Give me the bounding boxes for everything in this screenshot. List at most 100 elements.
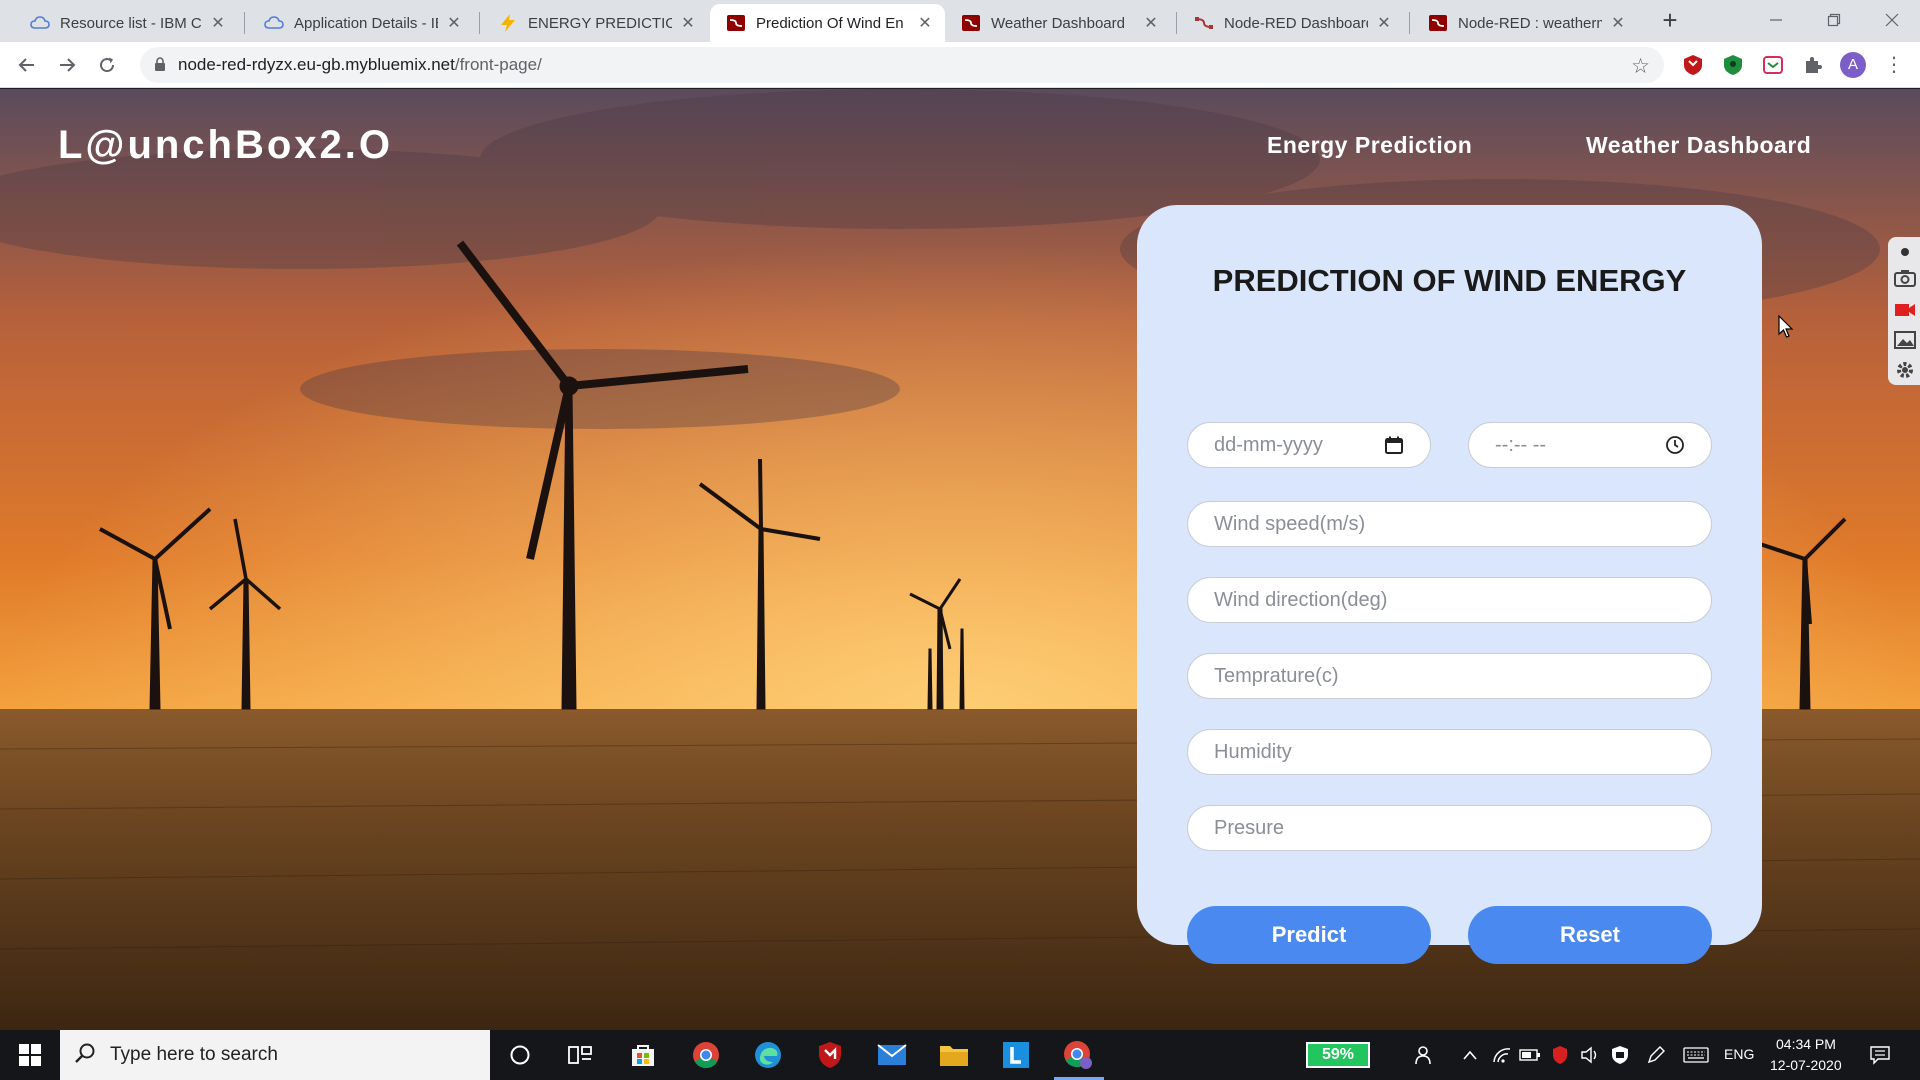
clock-time[interactable]: 04:34 PM [1776,1036,1836,1052]
tab-title: ENERGY PREDICTION [528,14,672,32]
node-red-icon [1428,13,1448,33]
browser-tab[interactable]: Node-RED Dashboard ✕ [1178,4,1404,42]
browser-toolbar: node-red-rdyzx.eu-gb.mybluemix.net/front… [0,42,1920,88]
taskbar-search-box[interactable]: Type here to search [60,1030,490,1080]
url-path: /front-page/ [454,55,542,74]
time-placeholder: --:-- -- [1495,433,1547,456]
notifications-icon[interactable] [1864,1039,1896,1071]
tab-separator [244,12,245,34]
tab-title: Node-RED Dashboard [1224,14,1368,32]
wind-speed-input[interactable]: Wind speed(m/s) [1187,501,1712,547]
people-icon[interactable] [1410,1039,1442,1071]
reload-icon[interactable] [92,50,122,80]
close-tab-icon[interactable]: ✕ [917,13,933,33]
mail-icon[interactable] [876,1039,908,1071]
browser-tab[interactable]: Resource list - IBM Clo ✕ [14,4,238,42]
browser-tab[interactable]: Node-RED : weatherm ✕ [1412,4,1638,42]
file-explorer-icon[interactable] [938,1039,970,1071]
tab-separator [1409,12,1410,34]
wind-direction-input[interactable]: Wind direction(deg) [1187,577,1712,623]
forward-arrow-icon[interactable] [52,50,82,80]
pocket-extension-icon[interactable] [1760,52,1786,78]
close-window-icon[interactable] [1864,0,1920,40]
mcafee-icon[interactable] [814,1039,846,1071]
tab-title: Node-RED : weatherm [1458,14,1602,32]
task-view-icon[interactable] [564,1039,596,1071]
bookmark-star-icon[interactable]: ☆ [1631,54,1650,79]
l-app-icon[interactable] [1000,1039,1032,1071]
calendar-icon[interactable] [1384,435,1404,455]
pin-icon[interactable] [1894,241,1916,263]
page-content: L@unchBox2.O Energy Prediction Weather D… [0,89,1920,1030]
date-placeholder: dd-mm-yyyy [1214,433,1323,456]
language-indicator[interactable]: ENG [1724,1046,1754,1062]
new-tab-button[interactable]: + [1656,6,1684,34]
temperature-placeholder: Temprature(c) [1214,664,1339,687]
volume-icon[interactable] [1574,1039,1606,1071]
predict-button[interactable]: Predict [1187,906,1431,964]
kebab-menu-icon[interactable]: ⋮ [1884,52,1904,78]
profile-avatar[interactable]: A [1840,52,1866,78]
pen-icon[interactable] [1640,1039,1672,1071]
ibm-cloud-icon [264,13,284,33]
settings-gear-icon[interactable] [1894,359,1916,381]
clock-date[interactable]: 12-07-2020 [1770,1057,1842,1073]
close-tab-icon[interactable]: ✕ [446,13,462,33]
tab-separator [479,12,480,34]
cortana-icon[interactable] [504,1039,536,1071]
tab-title: Weather Dashboard [991,14,1125,32]
chevron-up-icon[interactable] [1454,1039,1486,1071]
security-shield-icon[interactable] [1604,1039,1636,1071]
microsoft-store-icon[interactable] [627,1039,659,1071]
mouse-cursor-icon [1778,314,1794,344]
reset-button[interactable]: Reset [1468,906,1712,964]
temperature-input[interactable]: Temprature(c) [1187,653,1712,699]
minimize-icon[interactable] [1748,0,1804,40]
video-record-icon[interactable] [1894,299,1916,321]
back-arrow-icon[interactable] [12,50,42,80]
browser-tab[interactable]: ENERGY PREDICTION ✕ [482,4,708,42]
tab-title: Prediction Of Wind En [756,14,904,32]
close-tab-icon[interactable]: ✕ [210,13,226,33]
battery-indicator[interactable]: 59% [1306,1042,1370,1068]
extensions-puzzle-icon[interactable] [1800,52,1826,78]
node-red-icon [961,13,981,33]
browser-tab[interactable]: Weather Dashboard ✕ [945,4,1171,42]
close-tab-icon[interactable]: ✕ [680,13,696,33]
node-red-icon [1194,13,1214,33]
gallery-icon[interactable] [1894,329,1916,351]
browser-tab[interactable]: Application Details - IB ✕ [248,4,474,42]
clock-icon[interactable] [1665,435,1685,455]
pressure-input[interactable]: Presure [1187,805,1712,851]
time-input[interactable]: --:-- -- [1468,422,1712,468]
close-tab-icon[interactable]: ✕ [1376,13,1392,33]
address-bar[interactable]: node-red-rdyzx.eu-gb.mybluemix.net/front… [140,47,1664,83]
browser-tab-active[interactable]: Prediction Of Wind En ✕ [710,4,945,42]
tab-title: Application Details - IB [294,14,438,32]
chrome-profile-icon[interactable] [1062,1039,1094,1071]
windows-taskbar: Type here to search 59% ENG 04:34 PM 12-… [0,1030,1920,1080]
lock-icon [154,57,166,77]
mcafee-tray-icon[interactable] [1544,1039,1576,1071]
edge-icon[interactable] [752,1039,784,1071]
date-input[interactable]: dd-mm-yyyy [1187,422,1431,468]
node-red-icon [726,13,746,33]
mcafee-extension-icon[interactable] [1680,52,1706,78]
wind-speed-placeholder: Wind speed(m/s) [1214,512,1366,535]
battery-tray-icon[interactable] [1514,1039,1546,1071]
close-tab-icon[interactable]: ✕ [1610,13,1626,33]
restore-icon[interactable] [1806,0,1862,40]
brand-logo[interactable]: L@unchBox2.O [58,123,393,168]
shield-extension-icon[interactable] [1720,52,1746,78]
prediction-form-card: PREDICTION OF WIND ENERGY dd-mm-yyyy --:… [1137,205,1762,964]
tab-separator [1176,12,1177,34]
camera-icon[interactable] [1894,267,1916,289]
keyboard-icon[interactable] [1680,1039,1712,1071]
humidity-input[interactable]: Humidity [1187,729,1712,775]
close-tab-icon[interactable]: ✕ [1143,13,1159,33]
nav-energy-prediction[interactable]: Energy Prediction [1267,132,1472,159]
nav-weather-dashboard[interactable]: Weather Dashboard [1586,132,1811,159]
chrome-icon[interactable] [690,1039,722,1071]
search-icon [74,1042,96,1069]
windows-start-icon[interactable] [14,1039,46,1071]
